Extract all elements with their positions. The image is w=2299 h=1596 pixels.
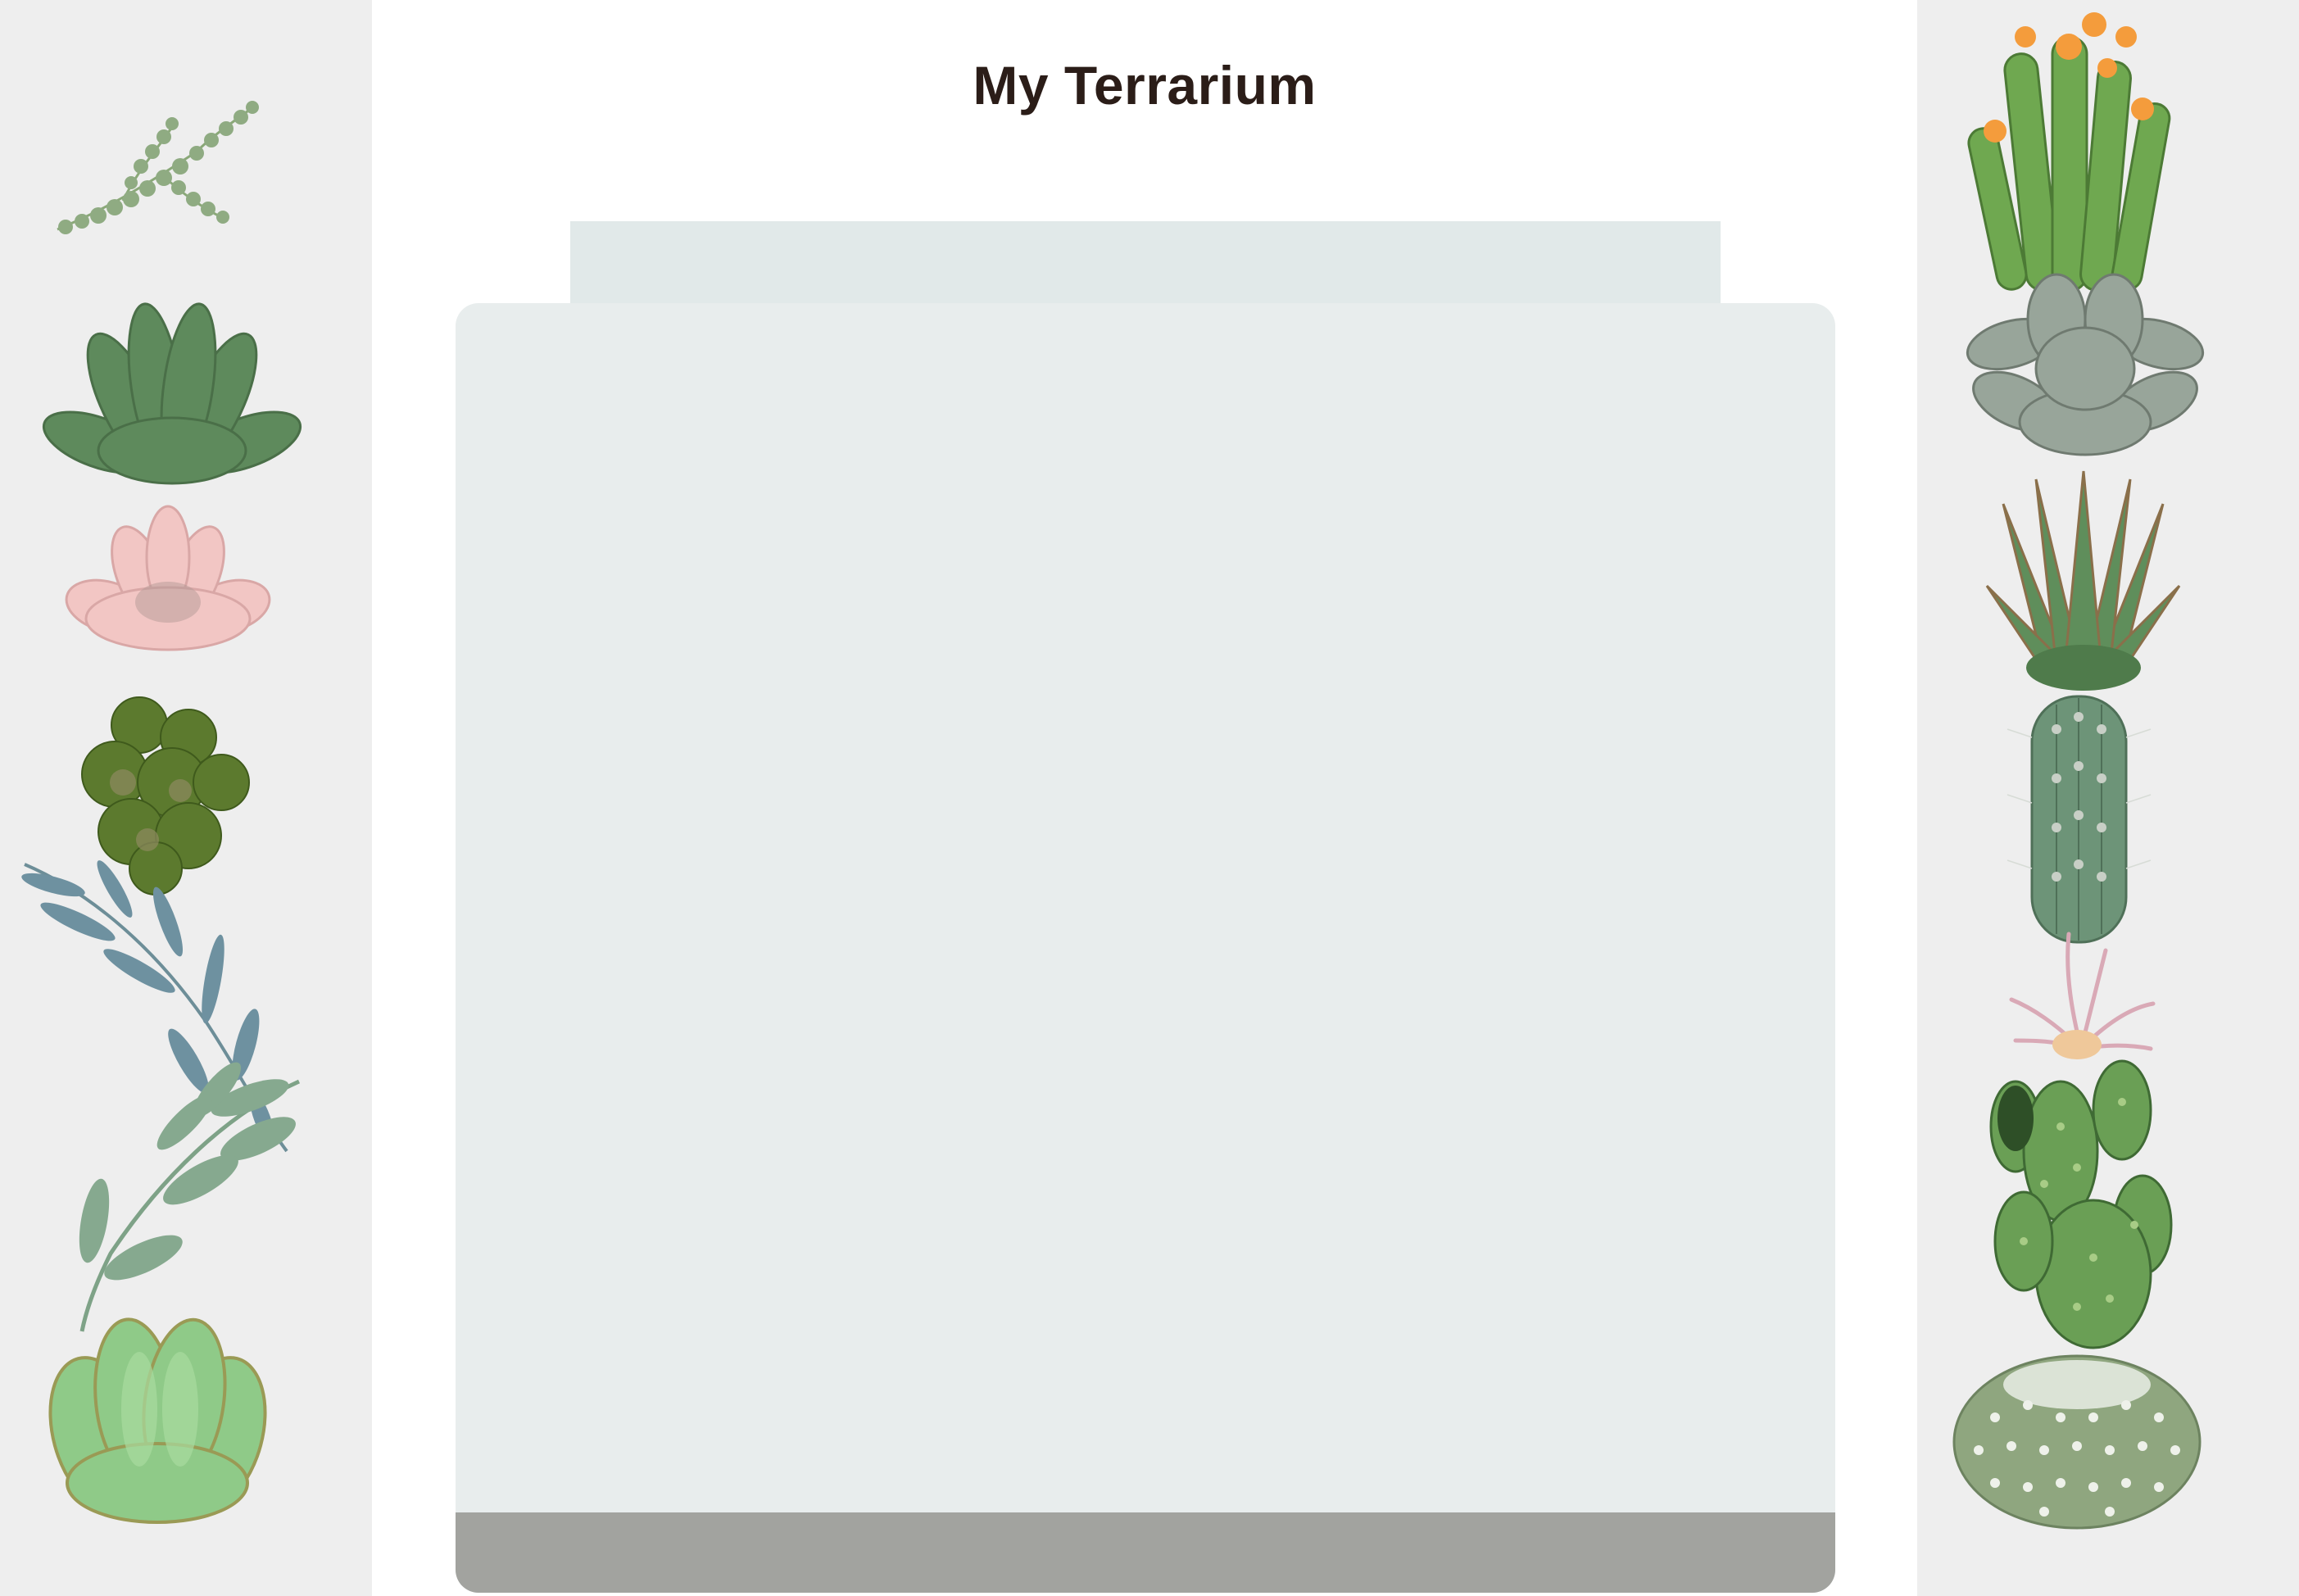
plant-pink-air-plant[interactable] — [2007, 926, 2156, 1065]
plant-flowering-finger-cactus[interactable] — [1967, 12, 2171, 303]
plant-fuzzy-round-cactus[interactable] — [1946, 1327, 2208, 1532]
jar-lid — [570, 221, 1721, 305]
plant-round-jade-succulent[interactable] — [48, 1303, 267, 1528]
plant-pink-echeveria[interactable] — [65, 500, 271, 651]
plant-string-of-pearls[interactable] — [49, 86, 262, 246]
plant-grey-rosette-succulent[interactable] — [1966, 270, 2205, 459]
plant-green-rosette-succulent[interactable] — [41, 279, 303, 487]
plant-bunny-ear-cactus[interactable] — [1987, 1059, 2179, 1349]
plant-columnar-cactus[interactable] — [2003, 688, 2155, 950]
terrarium-jar[interactable] — [456, 303, 1835, 1593]
left-plant-holder — [0, 0, 372, 1596]
plant-trailing-green-branch[interactable] — [61, 1062, 307, 1335]
plant-spiky-aloe[interactable] — [1985, 470, 2181, 696]
right-plant-holder — [1917, 0, 2299, 1596]
jar-bottom — [456, 1512, 1835, 1593]
page-title: My Terrarium — [973, 55, 1317, 116]
